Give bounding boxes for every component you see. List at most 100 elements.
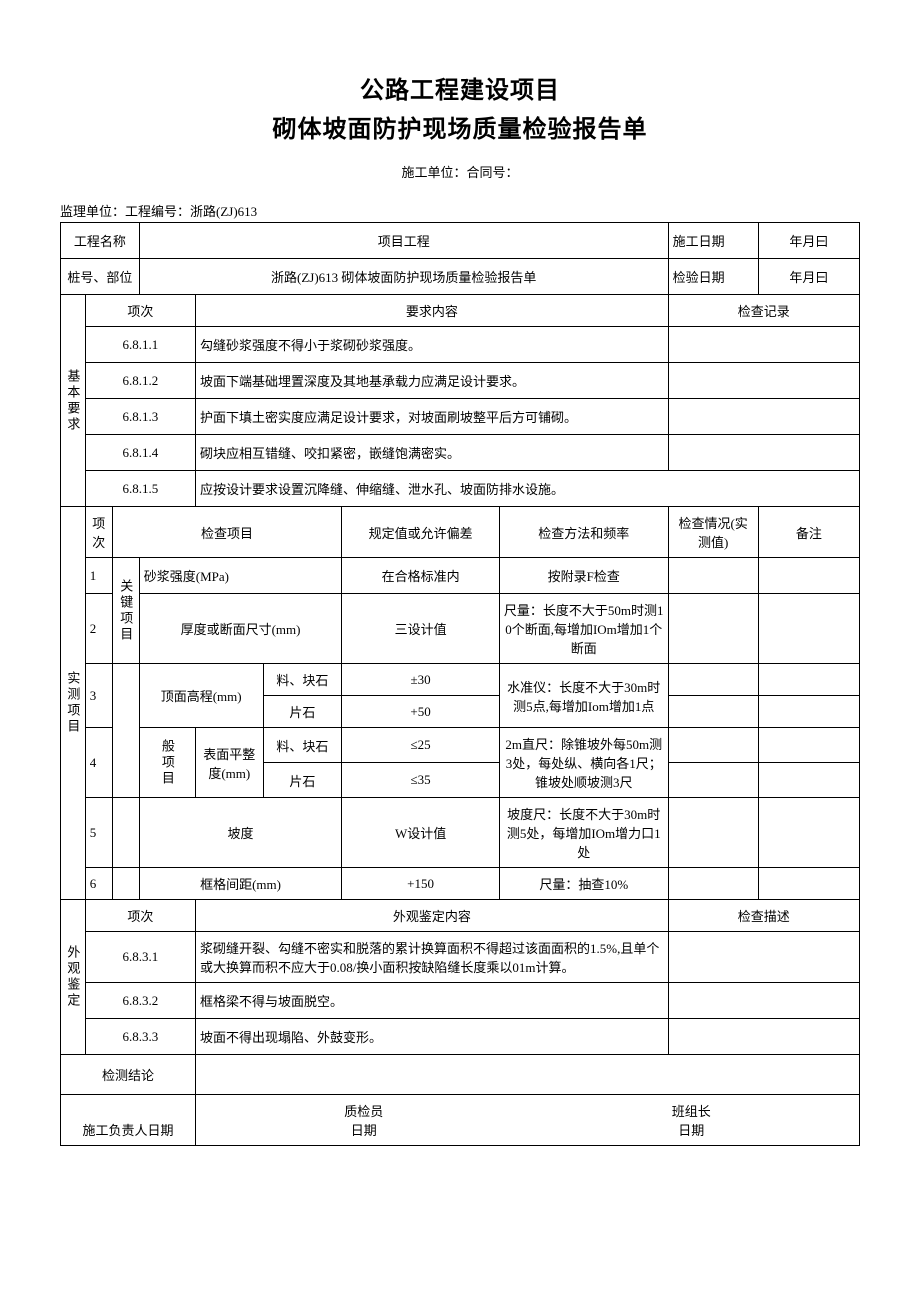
measure-row-method: 水准仪：长度不大于30m时测5点,每增加Iom增加1点 [499,664,668,728]
measure-row-idx: 2 [85,594,112,664]
measure-row-note [758,664,859,696]
measure-sub-label: 料、块石 [263,728,342,763]
measure-row-method: 尺量：长度不大于50m时测10个断面,每增加IOm增加1个断面 [499,594,668,664]
appearance-row-desc [668,983,859,1019]
project-name-value: 项目工程 [139,223,668,259]
header-supervisor-projectno: 监理单位：工程编号：浙路(ZJ)613 [60,201,860,220]
measure-empty-group [112,664,139,798]
pile-value: 浙路(ZJ)613 砌体坡面防护现场质量检验报告单 [139,259,668,295]
measure-row-idx: 1 [85,558,112,594]
appearance-row-no: 6.8.3.2 [85,983,195,1019]
measure-section-label: 实测项目 [61,507,86,900]
basic-row-content: 勾缝砂浆强度不得小于浆砌砂浆强度。 [196,327,669,363]
appearance-row-desc [668,1019,859,1055]
appearance-col-index: 项次 [85,900,195,932]
title-line2: 砌体坡面防护现场质量检验报告单 [60,109,860,144]
appearance-row-content: 框格梁不得与坡面脱空。 [196,983,669,1019]
measure-row-note [758,798,859,868]
basic-row-record [668,363,859,399]
measure-row-note [758,763,859,798]
appearance-row-no: 6.8.3.1 [85,932,195,983]
measure-row-idx: 5 [85,798,112,868]
measure-row-item: 框格间距(mm) [139,868,342,900]
measure-row-allow: +150 [342,868,500,900]
sig-right-bot: 日期 [672,1120,711,1139]
basic-row-record [668,399,859,435]
basic-row-no: 6.8.1.1 [85,327,195,363]
basic-section-label: 基本要求 [61,295,86,507]
appearance-col-desc: 检查描述 [668,900,859,932]
project-name-label: 工程名称 [61,223,140,259]
measure-row-result [668,696,758,728]
sig-block: 质检员 日期 班组长 日期 [196,1095,860,1146]
measure-col-note: 备注 [758,507,859,558]
measure-row-item: 砂浆强度(MPa) [139,558,342,594]
conclusion-label: 检测结论 [61,1055,196,1095]
construction-date-label: 施工日期 [668,223,758,259]
basic-row-record [668,435,859,471]
measure-col-result: 检查情况(实测值) [668,507,758,558]
sig-left: 施工负责人日期 [61,1095,196,1146]
measure-row-allow: 在合格标准内 [342,558,500,594]
measure-row-allow: W设计值 [342,798,500,868]
header-construction-contract: 施工单位：合同号： [60,162,860,181]
measure-row-idx: 6 [85,868,112,900]
measure-row-result [668,664,758,696]
basic-row-no: 6.8.1.3 [85,399,195,435]
construction-date-value: 年月曰 [758,223,859,259]
measure-sub-label: 料、块石 [263,664,342,696]
measure-col-allow: 规定值或允许偏差 [342,507,500,558]
basic-col-req: 要求内容 [196,295,669,327]
measure-sub-label: 片石 [263,763,342,798]
measure-row-result [668,558,758,594]
appearance-col-content: 外观鉴定内容 [196,900,669,932]
basic-row-content: 坡面下端基础埋置深度及其地基承载力应满足设计要求。 [196,363,669,399]
measure-row-method: 坡度尺：长度不大于30m时测5处，每增加IOm增力口1处 [499,798,668,868]
basic-row-record [668,327,859,363]
conclusion-value [196,1055,860,1095]
sig-mid-top: 质检员 [344,1101,383,1120]
sig-right-top: 班组长 [672,1101,711,1120]
measure-row-note [758,594,859,664]
measure-row-result [668,763,758,798]
measure-row-item: 厚度或断面尺寸(mm) [139,594,342,664]
basic-row-content: 应按设计要求设置沉降缝、伸缩缝、泄水孔、坡面防排水设施。 [196,471,860,507]
basic-row-no: 6.8.1.2 [85,363,195,399]
appearance-row-no: 6.8.3.3 [85,1019,195,1055]
measure-row-note [758,868,859,900]
measure-row-item-main: 表面平整度(mm) [196,728,264,798]
title-line1: 公路工程建设项目 [60,70,860,105]
measure-key-group: 关键项目 [112,558,139,664]
measure-row-result [668,868,758,900]
measure-row-allow: 三设计值 [342,594,500,664]
basic-row-no: 6.8.1.5 [85,471,195,507]
measure-row-result [668,728,758,763]
measure-sub-allow: ≤35 [342,763,500,798]
measure-row-method: 尺量：抽查10% [499,868,668,900]
basic-row-no: 6.8.1.4 [85,435,195,471]
measure-empty-group [112,868,139,900]
basic-col-record: 检查记录 [668,295,859,327]
inspection-form-table: 工程名称 项目工程 施工日期 年月曰 桩号、部位 浙路(ZJ)613 砌体坡面防… [60,222,860,1146]
measure-row-result [668,594,758,664]
measure-empty-group [112,798,139,868]
measure-row-method: 2m直尺：除锥坡外每50m测3处，每处纵、横向各1尺；锥坡处顺坡测3尺 [499,728,668,798]
measure-gen-group: 般项目 [139,728,195,798]
measure-col-method: 检查方法和频率 [499,507,668,558]
measure-row-result [668,798,758,868]
sig-mid-bot: 日期 [344,1120,383,1139]
measure-sub-allow: ±30 [342,664,500,696]
inspect-date-label: 检验日期 [668,259,758,295]
appearance-row-desc [668,932,859,983]
measure-row-item: 坡度 [139,798,342,868]
measure-row-idx: 4 [85,728,112,798]
measure-row-idx: 3 [85,664,112,728]
measure-sub-label: 片石 [263,696,342,728]
measure-sub-allow: +50 [342,696,500,728]
appearance-row-content: 坡面不得出现塌陷、外鼓变形。 [196,1019,669,1055]
measure-sub-allow: ≤25 [342,728,500,763]
basic-row-content: 护面下填土密实度应满足设计要求，对坡面刷坡整平后方可铺砌。 [196,399,669,435]
measure-row-note [758,696,859,728]
measure-col-index: 项次 [85,507,112,558]
basic-col-index: 项次 [85,295,195,327]
